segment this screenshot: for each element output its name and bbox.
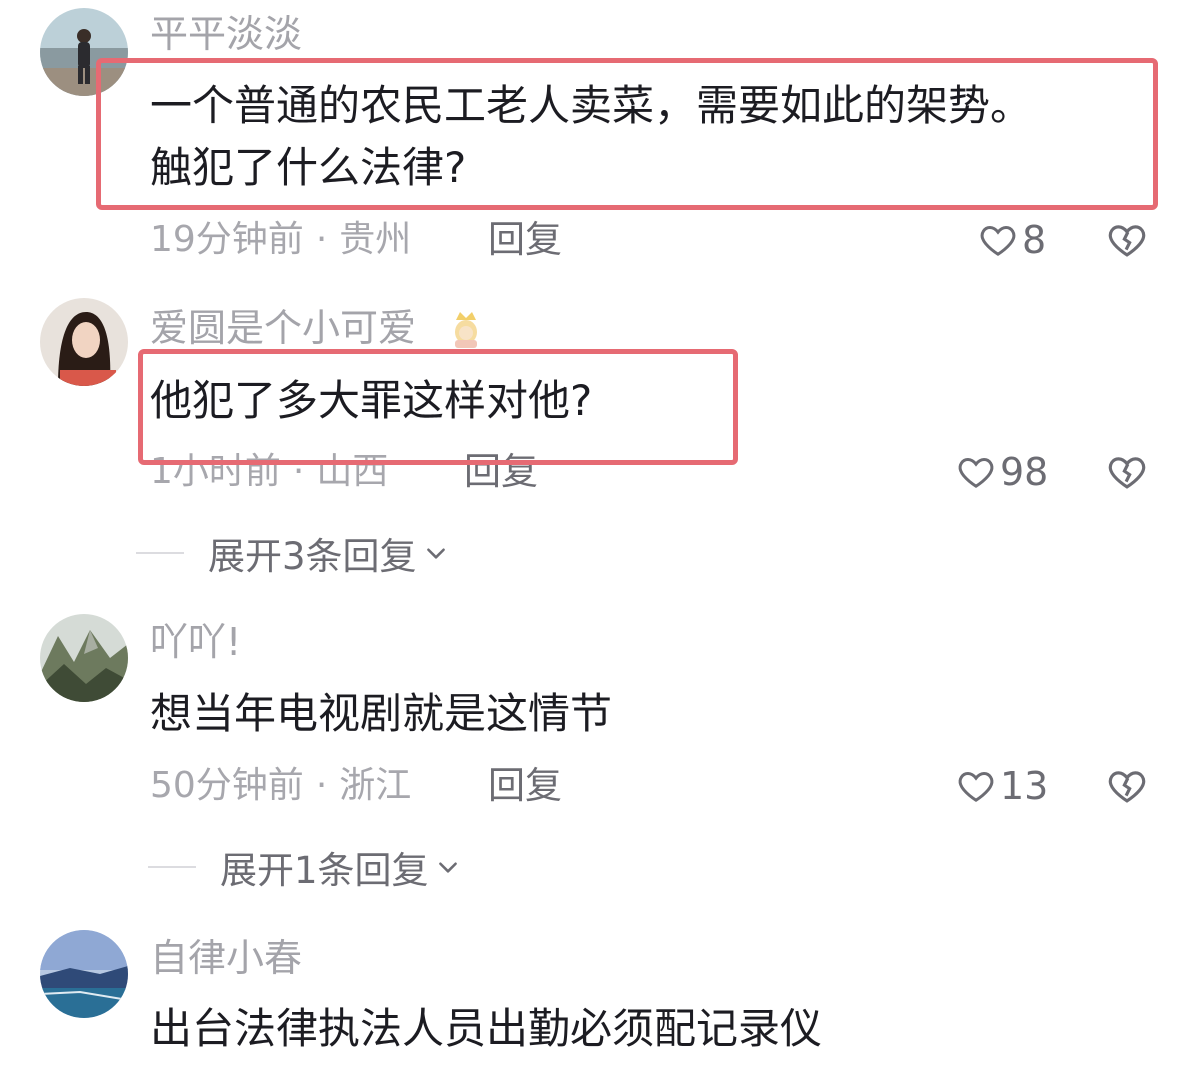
- divider: [148, 866, 196, 868]
- like-button[interactable]: 8: [978, 218, 1046, 262]
- expand-replies-label: 展开3条回复: [208, 535, 417, 578]
- meta-separator: ·: [315, 765, 328, 806]
- comment-text-line: 一个普通的农民工老人卖菜，需要如此的架势。: [150, 81, 1033, 130]
- heart-outline-icon: [958, 771, 994, 802]
- meta-separator: ·: [315, 219, 328, 260]
- avatar[interactable]: [40, 614, 128, 702]
- comment-text-line: 想当年电视剧就是这情节: [150, 689, 613, 738]
- comment-text-line: 出台法律执法人员出勤必须配记录仪: [150, 1004, 823, 1053]
- comment-meta: 1小时前 · 山西: [150, 450, 388, 494]
- avatar[interactable]: [40, 930, 128, 1018]
- like-count: 8: [1022, 218, 1047, 262]
- comment-location: 浙江: [339, 765, 412, 806]
- avatar[interactable]: [40, 8, 128, 96]
- chevron-down-icon: [426, 548, 445, 559]
- comment-time: 1小时前: [150, 451, 281, 492]
- broken-heart-icon[interactable]: [1106, 765, 1148, 807]
- expand-replies-label: 展开1条回复: [220, 849, 429, 892]
- reply-button[interactable]: 回复: [488, 218, 562, 262]
- like-button[interactable]: 98: [956, 450, 1048, 494]
- comment-text-line: 他犯了多大罪这样对他?: [150, 376, 593, 425]
- avatar[interactable]: [40, 298, 128, 386]
- comment-location: 山西: [316, 451, 389, 492]
- princess-emoji-icon: [455, 312, 477, 348]
- comment-location: 贵州: [339, 219, 412, 260]
- heart-outline-icon: [980, 225, 1016, 256]
- broken-heart-icon[interactable]: [1106, 219, 1148, 261]
- reply-button[interactable]: 回复: [464, 450, 538, 494]
- chevron-down-icon: [438, 862, 457, 873]
- meta-separator: ·: [292, 451, 305, 492]
- expand-replies-button[interactable]: 展开1条回复: [148, 840, 461, 894]
- like-button[interactable]: 13: [956, 764, 1048, 808]
- comment-username[interactable]: 爱圆是个小可爱: [150, 306, 416, 350]
- broken-heart-icon[interactable]: [1106, 451, 1148, 493]
- divider: [136, 552, 184, 554]
- heart-outline-icon: [958, 457, 994, 488]
- comment-username[interactable]: 吖吖!: [150, 620, 241, 664]
- comment-time: 19分钟前: [150, 219, 304, 260]
- comment-text-line: 触犯了什么法律?: [150, 143, 467, 192]
- expand-replies-button[interactable]: 展开3条回复: [136, 526, 449, 580]
- comment-username[interactable]: 自律小春: [150, 936, 302, 980]
- comment-meta: 50分钟前 · 浙江: [150, 764, 411, 808]
- comment-username[interactable]: 平平淡淡: [150, 12, 302, 56]
- reply-button[interactable]: 回复: [488, 764, 562, 808]
- like-count: 98: [1000, 450, 1049, 494]
- like-count: 13: [1000, 764, 1049, 808]
- comment-time: 50分钟前: [150, 765, 304, 806]
- comment-meta: 19分钟前 · 贵州: [150, 218, 411, 262]
